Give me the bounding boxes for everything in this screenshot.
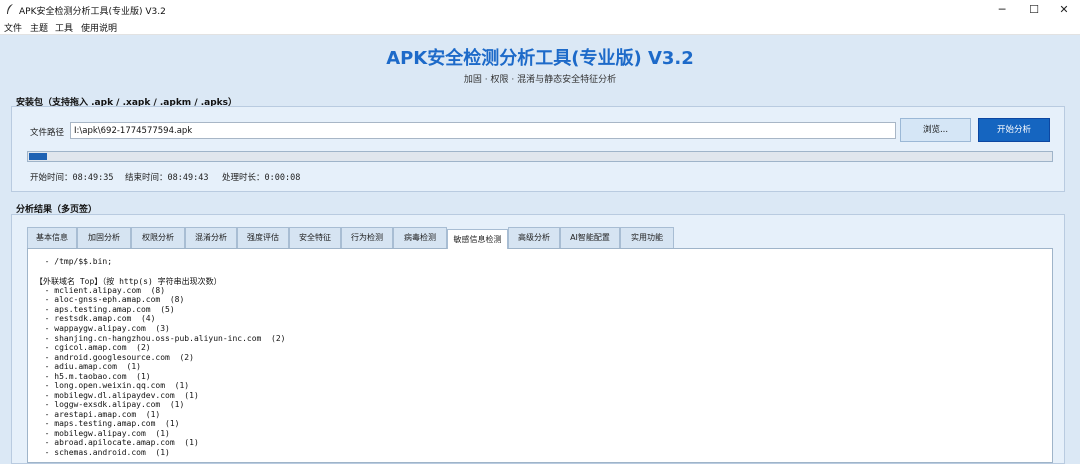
menu-help[interactable]: 使用说明 <box>81 21 117 34</box>
tab-virus[interactable]: 病毒检测 <box>393 227 447 248</box>
text-line: - schemas.android.com (1) <box>35 448 170 457</box>
progress-bar <box>27 151 1053 162</box>
text-line: - h5.m.taobao.com (1) <box>35 372 151 381</box>
start-time: 开始时间：08:49:35 <box>30 173 114 183</box>
tab-basic-info[interactable]: 基本信息 <box>27 227 77 248</box>
text-line: - aloc-gnss-eph.amap.com (8) <box>35 295 185 304</box>
text-line: - loggw-exsdk.alipay.com (1) <box>35 400 185 409</box>
start-analysis-button[interactable]: 开始分析 <box>978 118 1050 142</box>
minimize-button[interactable]: ─ <box>985 0 1019 20</box>
end-time: 结束时间：08:49:43 <box>125 173 209 183</box>
close-button[interactable]: ✕ <box>1047 0 1080 20</box>
text-line: - mobilegw.dl.alipaydev.com (1) <box>35 391 199 400</box>
text-line: - /tmp/$$.bin; <box>35 257 113 266</box>
text-line: - shanjing.cn-hangzhou.oss-pub.aliyun-in… <box>35 334 286 343</box>
title-bar: APK安全检测分析工具(专业版) V3.2 ─ ☐ ✕ <box>0 0 1080 20</box>
text-line: - android.googlesource.com (2) <box>35 353 194 362</box>
text-line: - aps.testing.amap.com (5) <box>35 305 175 314</box>
tab-ai-config[interactable]: AI智能配置 <box>560 227 620 248</box>
tab-advanced[interactable]: 高级分析 <box>508 227 560 248</box>
menu-bar: 文件 主题 工具 使用说明 <box>0 20 1080 35</box>
text-line: - cgicol.amap.com (2) <box>35 343 151 352</box>
text-line: - arestapi.amap.com (1) <box>35 410 161 419</box>
app-title: APK安全检测分析工具(专业版) V3.2 <box>386 48 694 69</box>
text-line: - mclient.alipay.com (8) <box>35 286 166 295</box>
maximize-button[interactable]: ☐ <box>1017 0 1051 20</box>
menu-theme[interactable]: 主题 <box>30 21 48 34</box>
text-line: - restsdk.amap.com (4) <box>35 314 156 323</box>
tab-behavior[interactable]: 行为检测 <box>341 227 393 248</box>
tab-utilities[interactable]: 实用功能 <box>620 227 674 248</box>
text-line: - long.open.weixin.qq.com (1) <box>35 381 190 390</box>
browse-button[interactable]: 浏览... <box>900 118 971 142</box>
text-line: - wappaygw.alipay.com (3) <box>35 324 170 333</box>
results-text-area[interactable]: - /tmp/$$.bin; 【外联域名 Top】（按 http(s) 字符串出… <box>27 248 1053 463</box>
text-line: - mobilegw.alipay.com (1) <box>35 429 170 438</box>
text-line: - abroad.apilocate.amap.com (1) <box>35 438 199 447</box>
progress-fill <box>29 153 48 160</box>
path-input[interactable] <box>70 122 896 139</box>
tab-hardening[interactable]: 加固分析 <box>77 227 131 248</box>
tab-strength[interactable]: 强度评估 <box>237 227 289 248</box>
tab-sensitive-info[interactable]: 敏感信息检测 <box>447 229 508 249</box>
feather-app-icon <box>7 4 13 14</box>
text-line: - adiu.amap.com (1) <box>35 362 141 371</box>
app-subtitle: 加固 · 权限 · 混淆与静态安全特征分析 <box>463 75 617 85</box>
tab-permissions[interactable]: 权限分析 <box>131 227 185 248</box>
menu-tools[interactable]: 工具 <box>55 21 73 34</box>
window-title: APK安全检测分析工具(专业版) V3.2 <box>19 7 166 17</box>
text-line: - maps.testing.amap.com (1) <box>35 419 180 428</box>
menu-file[interactable]: 文件 <box>4 21 22 34</box>
duration: 处理时长：0:00:08 <box>222 173 301 183</box>
tab-security[interactable]: 安全特征 <box>289 227 341 248</box>
path-label: 文件路径 <box>30 128 65 138</box>
tab-obfuscation[interactable]: 混淆分析 <box>185 227 237 248</box>
